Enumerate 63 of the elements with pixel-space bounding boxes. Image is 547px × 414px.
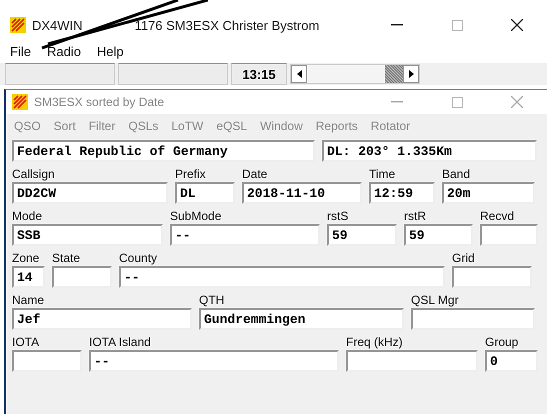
input-field[interactable]: [411, 308, 535, 330]
input-field[interactable]: [12, 350, 82, 372]
input-field[interactable]: --: [119, 266, 445, 288]
field-label: Zone: [12, 250, 40, 266]
input-field[interactable]: [52, 266, 112, 288]
field-label: SubMode: [170, 208, 222, 224]
maximize-icon[interactable]: [452, 96, 462, 108]
input-field[interactable]: SSB: [12, 224, 163, 246]
input-field[interactable]: --: [170, 224, 320, 246]
clock-text: 13:15: [231, 63, 287, 85]
menu-item[interactable]: Help: [96, 44, 124, 59]
right-arrow-icon: [408, 70, 414, 78]
menu-item[interactable]: File: [10, 44, 31, 59]
scrollbar[interactable]: [290, 64, 420, 84]
field-label: Band: [442, 166, 472, 182]
minimize-icon[interactable]: [391, 24, 403, 26]
field-label: IOTA Island: [89, 334, 152, 350]
input-field[interactable]: 59: [404, 224, 473, 246]
input-field[interactable]: 2018-11-10: [242, 182, 362, 204]
input-field[interactable]: Gundremmingen: [199, 308, 404, 330]
bearing-field[interactable]: DL: 203° 1.335Km: [322, 140, 537, 162]
field-label: County: [119, 250, 158, 266]
input-field[interactable]: 14: [12, 266, 45, 288]
field-label: Group: [485, 334, 520, 350]
input-field[interactable]: 59: [327, 224, 397, 246]
left-arrow-icon: [296, 70, 302, 78]
input-field[interactable]: 0: [485, 350, 538, 372]
app-logo-icon: [10, 17, 26, 33]
field-label: Callsign: [12, 166, 56, 182]
field-label: rstS: [327, 208, 350, 224]
field-label: rstR: [404, 208, 427, 224]
field-label: Prefix: [175, 166, 207, 182]
field-label: State: [52, 250, 82, 266]
app-logo-icon: [12, 94, 28, 110]
maximize-icon[interactable]: [452, 20, 462, 30]
input-field[interactable]: DD2CW: [12, 182, 168, 204]
window-title: DX4WIN: [32, 18, 83, 32]
field-label: QSL Mgr: [411, 292, 460, 308]
field-label: Time: [369, 166, 396, 182]
input-field[interactable]: [452, 266, 532, 288]
field-label: Recvd: [480, 208, 516, 224]
scroll-thumb[interactable]: [385, 65, 403, 83]
close-icon[interactable]: [511, 19, 523, 31]
field-label: Date: [242, 166, 268, 182]
input-field[interactable]: 12:59: [369, 182, 435, 204]
input-field[interactable]: DL: [175, 182, 235, 204]
input-field[interactable]: [346, 350, 478, 372]
field-label: IOTA: [12, 334, 40, 350]
field-label: Grid: [452, 250, 476, 266]
input-field[interactable]: Jef: [12, 308, 192, 330]
field-label: QTH: [199, 292, 226, 308]
input-field[interactable]: [480, 224, 538, 246]
input-field[interactable]: 20m: [442, 182, 535, 204]
log-window-title: SM3ESX sorted by Date: [34, 95, 166, 109]
field-label: Name: [12, 292, 46, 308]
scroll-right-button[interactable]: [403, 65, 419, 83]
menu-item[interactable]: Radio: [46, 44, 81, 59]
country-field[interactable]: Federal Republic of Germany: [12, 140, 315, 162]
window-title: 1176 SM3ESX Christer Bystrom: [134, 18, 320, 32]
field-label: Mode: [12, 208, 44, 224]
field-label: Freq (kHz): [346, 334, 404, 350]
scroll-left-button[interactable]: [291, 65, 307, 83]
input-field[interactable]: --: [89, 350, 339, 372]
